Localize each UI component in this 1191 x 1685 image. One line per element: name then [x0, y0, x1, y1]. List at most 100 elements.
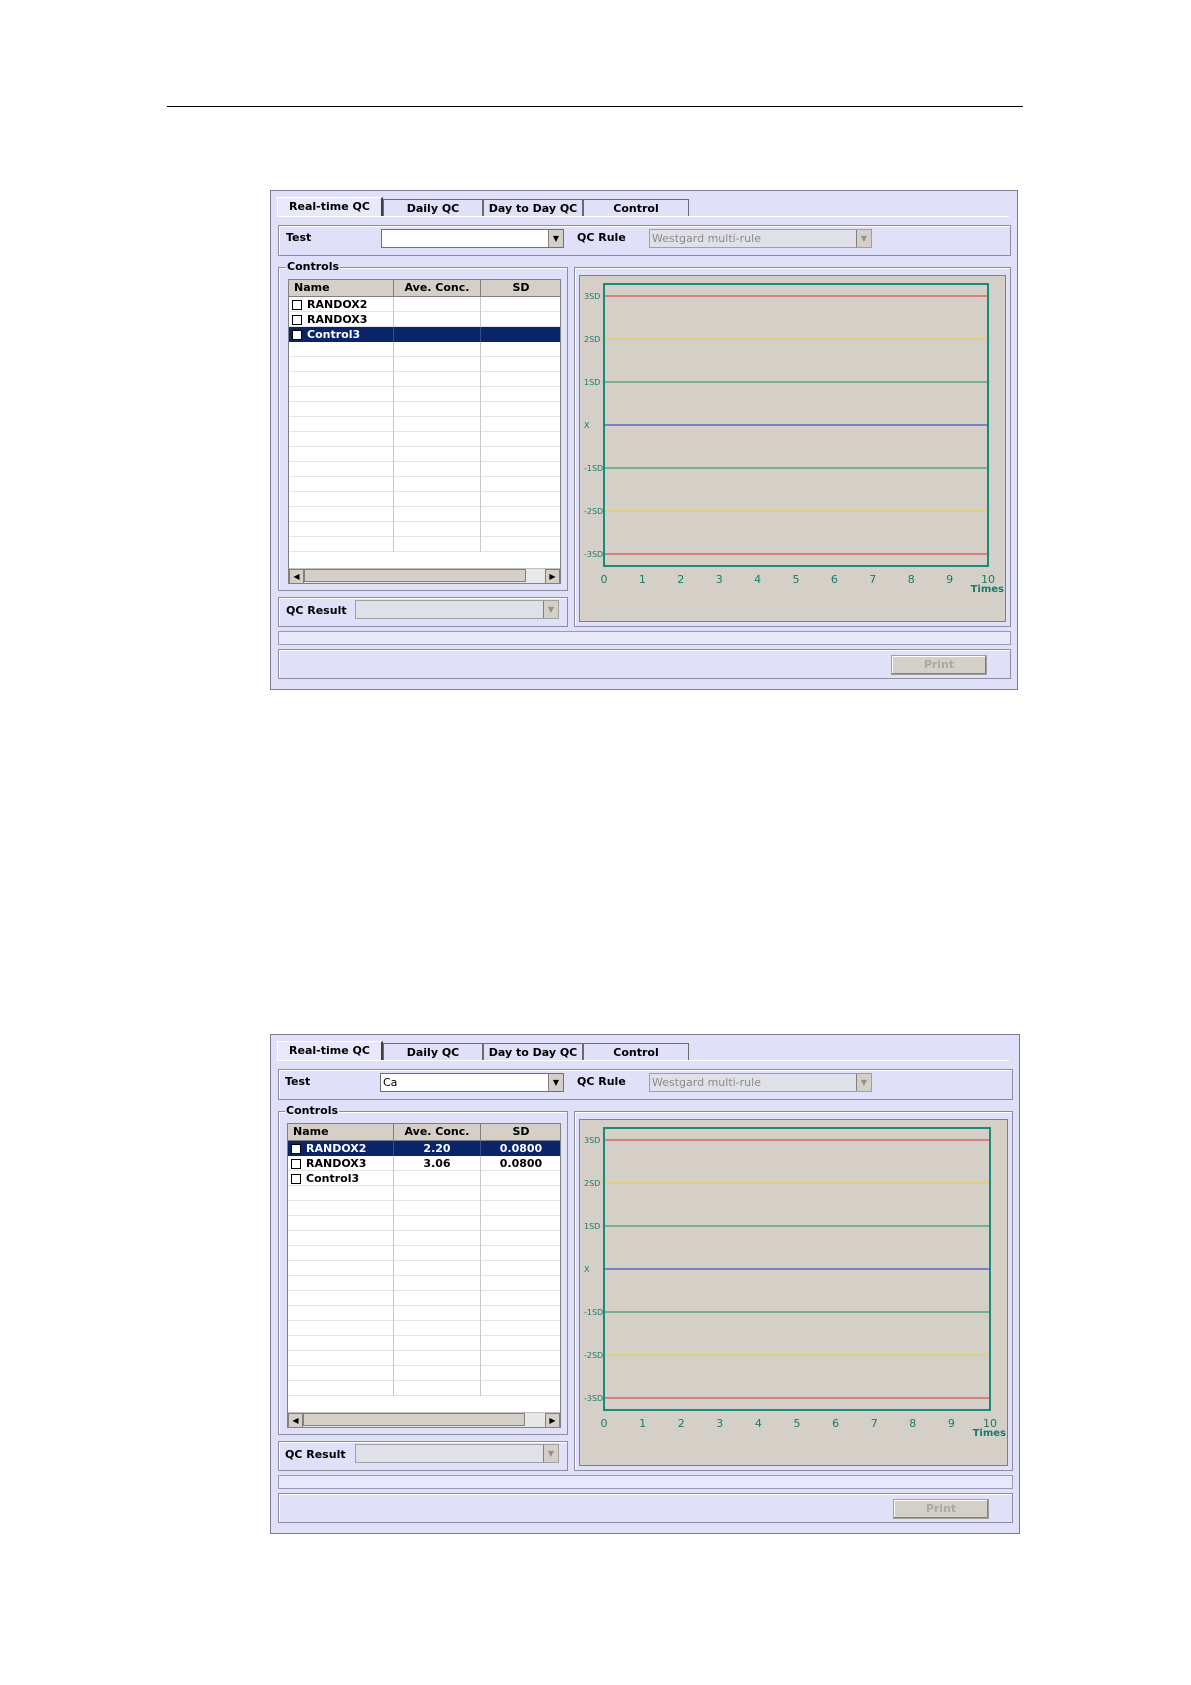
table-row [289, 432, 560, 447]
row-checkbox[interactable] [291, 1174, 301, 1184]
table-row [288, 1291, 560, 1306]
table-row [288, 1216, 560, 1231]
cell-ave [394, 312, 481, 327]
controls-grid[interactable]: Name Ave. Conc. SD RANDOX2 2.20 0.0800 RAND… [287, 1123, 561, 1428]
tab-day-to-day-qc[interactable]: Day to Day QC [483, 1043, 583, 1060]
status-bar [278, 631, 1011, 645]
cell-sd [481, 477, 560, 492]
cell-sd [481, 1231, 560, 1246]
table-row[interactable]: RANDOX2 [289, 297, 560, 312]
cell-ave [394, 447, 481, 462]
tab-control[interactable]: Control [583, 199, 689, 216]
table-row[interactable]: RANDOX3 3.06 0.0800 [288, 1156, 560, 1171]
test-select[interactable]: Ca ▼ [380, 1073, 564, 1092]
table-row [289, 537, 560, 552]
row-checkbox[interactable] [292, 330, 302, 340]
scroll-right-icon[interactable]: ▶ [545, 569, 560, 583]
row-checkbox[interactable] [292, 300, 302, 310]
controls-grid[interactable]: Name Ave. Conc. SD RANDOX2 RANDOX3 Control… [288, 279, 561, 584]
tab-day-to-day-qc[interactable]: Day to Day QC [483, 199, 583, 216]
table-row [289, 372, 560, 387]
x-tick-label: 2 [678, 1417, 685, 1430]
page-rule [167, 106, 1023, 107]
column-header-name[interactable]: Name [289, 280, 394, 297]
chevron-down-icon[interactable]: ▼ [856, 230, 871, 247]
cell-ave [394, 1306, 481, 1321]
horizontal-scrollbar[interactable]: ◀ ▶ [288, 1412, 560, 1427]
scroll-left-icon[interactable]: ◀ [288, 1413, 303, 1427]
table-row [289, 342, 560, 357]
x-tick-label: 4 [754, 573, 761, 586]
table-row[interactable]: Control3 [289, 327, 560, 342]
cell-sd: 0.0800 [481, 1156, 560, 1171]
chevron-down-icon[interactable]: ▼ [543, 1445, 558, 1462]
chevron-down-icon[interactable]: ▼ [548, 230, 563, 247]
table-row [288, 1201, 560, 1216]
cell-ave [394, 1186, 481, 1201]
chevron-down-icon[interactable]: ▼ [856, 1074, 871, 1091]
row-checkbox[interactable] [291, 1159, 301, 1169]
cell-name [288, 1306, 394, 1321]
cell-sd [481, 1246, 560, 1261]
qc-result-select[interactable]: ▼ [355, 600, 559, 619]
cell-ave [394, 1246, 481, 1261]
scroll-right-icon[interactable]: ▶ [545, 1413, 560, 1427]
cell-sd [481, 1201, 560, 1216]
cell-sd: 0.0800 [481, 1141, 560, 1156]
print-button[interactable]: Print [893, 1499, 989, 1519]
column-header-ave-conc[interactable]: Ave. Conc. [394, 280, 481, 297]
cell-ave [394, 1261, 481, 1276]
scroll-left-icon[interactable]: ◀ [289, 569, 304, 583]
chevron-down-icon[interactable]: ▼ [543, 601, 558, 618]
cell-name [289, 537, 394, 552]
tab-daily-qc[interactable]: Daily QC [383, 1043, 483, 1060]
cell-ave [394, 297, 481, 312]
cell-ave [394, 387, 481, 402]
column-header-sd[interactable]: SD [481, 280, 560, 297]
cell-sd [481, 297, 560, 312]
cell-ave [394, 1381, 481, 1396]
cell-text: RANDOX3 [307, 313, 368, 326]
cell-ave [394, 522, 481, 537]
qc-rule-select-value: Westgard multi-rule [652, 1076, 761, 1089]
table-row[interactable]: RANDOX2 2.20 0.0800 [288, 1141, 560, 1156]
row-checkbox[interactable] [292, 315, 302, 325]
cell-sd [481, 1336, 560, 1351]
table-row [288, 1336, 560, 1351]
cell-ave [394, 1291, 481, 1306]
cell-name: RANDOX2 [288, 1141, 394, 1156]
table-row [289, 417, 560, 432]
row-checkbox[interactable] [291, 1144, 301, 1154]
test-select[interactable]: ▼ [381, 229, 564, 248]
table-row [288, 1306, 560, 1321]
test-label: Test [286, 231, 312, 244]
qc-chart: 3SD 2SD 1SD X -1SD -2SD -3SD 0 1 2 3 4 5 6 7 8 9 10 Times [579, 275, 1006, 622]
qc-result-label: QC Result [286, 604, 347, 617]
qc-rule-select[interactable]: Westgard multi-rule ▼ [649, 229, 872, 248]
chevron-down-icon[interactable]: ▼ [548, 1074, 563, 1091]
y-tick-label: -1SD [584, 464, 603, 473]
qc-rule-select[interactable]: Westgard multi-rule ▼ [649, 1073, 872, 1092]
cell-sd [481, 1171, 560, 1186]
tab-control[interactable]: Control [583, 1043, 689, 1060]
scroll-thumb[interactable] [304, 569, 526, 582]
tab-real-time-qc[interactable]: Real-time QC [277, 1041, 383, 1061]
table-row[interactable]: Control3 [288, 1171, 560, 1186]
horizontal-scrollbar[interactable]: ◀ ▶ [289, 568, 560, 583]
cell-name [289, 402, 394, 417]
tab-real-time-qc[interactable]: Real-time QC [277, 197, 383, 217]
qc-result-select[interactable]: ▼ [355, 1444, 559, 1463]
cell-sd [481, 1381, 560, 1396]
table-row[interactable]: RANDOX3 [289, 312, 560, 327]
column-header-ave-conc[interactable]: Ave. Conc. [394, 1124, 481, 1141]
x-tick-label: 7 [869, 573, 876, 586]
table-row [288, 1351, 560, 1366]
column-header-sd[interactable]: SD [481, 1124, 560, 1141]
cell-ave [394, 477, 481, 492]
scroll-thumb[interactable] [303, 1413, 525, 1426]
cell-ave [394, 1336, 481, 1351]
tab-daily-qc[interactable]: Daily QC [383, 199, 483, 216]
print-button[interactable]: Print [891, 655, 987, 675]
y-tick-label: 3SD [584, 292, 600, 301]
column-header-name[interactable]: Name [288, 1124, 394, 1141]
